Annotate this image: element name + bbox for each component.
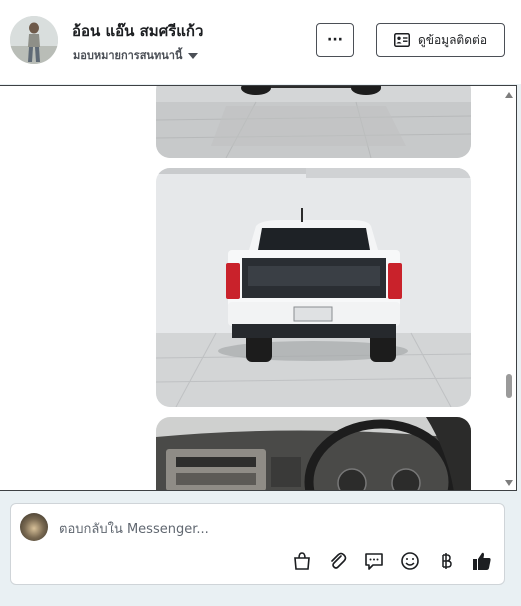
reply-composer: ตอบกลับใน Messenger... <box>10 503 505 585</box>
page-avatar <box>20 513 48 541</box>
more-options-button[interactable]: ··· <box>316 23 354 57</box>
paperclip-icon[interactable] <box>327 550 349 572</box>
scroll-down-arrow-icon[interactable] <box>505 480 513 486</box>
emoji-icon[interactable] <box>399 550 421 572</box>
contact-info-label: ดูข้อมูลติดต่อ <box>417 32 488 47</box>
contact-name[interactable]: อ้อน แอ๊น สมศรีแก้ว <box>72 19 203 43</box>
contact-avatar[interactable] <box>10 16 58 64</box>
reply-input[interactable]: ตอบกลับใน Messenger... <box>59 518 209 539</box>
baht-icon[interactable] <box>435 550 457 572</box>
caret-down-icon <box>188 52 199 59</box>
assign-label: มอบหมายการสนทนานี้ <box>73 49 183 62</box>
thumbs-up-icon[interactable] <box>471 550 493 572</box>
scroll-up-arrow-icon[interactable] <box>505 92 513 98</box>
assign-conversation-dropdown[interactable]: มอบหมายการสนทนานี้ <box>73 46 199 64</box>
thread-scrollbar[interactable] <box>502 86 516 490</box>
message-photo[interactable] <box>156 86 471 158</box>
chat-bubble-icon[interactable] <box>363 550 385 572</box>
contact-card-icon <box>393 33 410 47</box>
scroll-thumb[interactable] <box>506 374 512 398</box>
message-photo[interactable] <box>156 417 471 490</box>
conversation-header: อ้อน แอ๊น สมศรีแก้ว มอบหมายการสนทนานี้ ·… <box>0 0 521 84</box>
message-thread[interactable] <box>0 85 517 491</box>
more-options-label: ··· <box>327 32 343 48</box>
message-photo[interactable] <box>156 168 471 407</box>
view-contact-info-button[interactable]: ดูข้อมูลติดต่อ <box>376 23 505 57</box>
shopping-bag-icon[interactable] <box>291 550 313 572</box>
